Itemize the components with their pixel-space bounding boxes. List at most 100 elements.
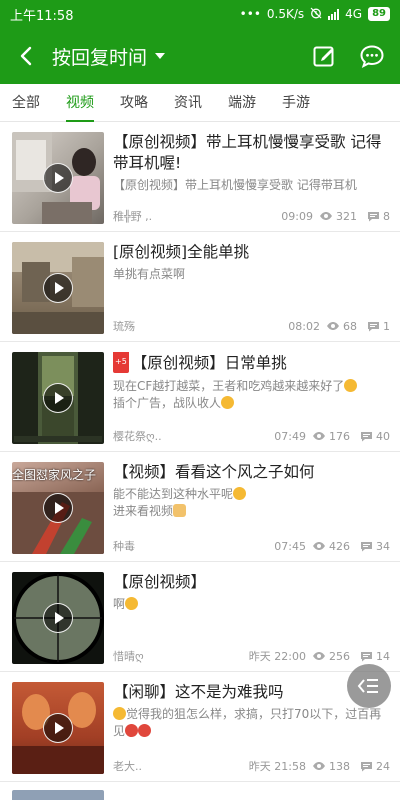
post-title: [原创视频]全能单挑	[113, 243, 250, 261]
thumbnail-caption: 全图怼家风之子	[12, 468, 97, 482]
play-icon	[43, 383, 73, 413]
post-title-text: 【原创视频】日常单挑	[131, 354, 287, 372]
post-meta: 惜晴ღ 昨天 22:00 256 14	[113, 648, 390, 664]
collapse-menu-icon	[357, 679, 378, 693]
post-excerpt-line2: 插个广告，战队收人	[113, 396, 222, 410]
post-excerpt: 单挑有点菜啊	[113, 267, 186, 281]
eye-icon	[312, 541, 326, 551]
tab-video[interactable]: 视频	[66, 84, 94, 122]
comment-icon	[360, 651, 373, 662]
floating-menu-button[interactable]	[347, 664, 391, 708]
post-list[interactable]: 【原创视频】带上耳机慢慢享受歌 记得带耳机喔! 【原创视频】带上耳机慢慢享受歌 …	[0, 122, 400, 800]
caret-down-icon	[155, 53, 166, 59]
video-thumbnail[interactable]	[12, 242, 104, 334]
post-excerpt: 现在CF越打越菜，王者和吃鸡越来越来好了 插个广告，战队收人	[113, 378, 390, 412]
post-author[interactable]: 稚╬野 ,.	[113, 208, 281, 224]
tab-news[interactable]: 资讯	[174, 84, 202, 122]
post-time: 08:02	[288, 319, 320, 333]
comment-count: 1	[383, 319, 390, 333]
video-thumbnail[interactable]: 全图怼家风之子	[12, 462, 104, 554]
back-arrow-icon	[20, 46, 32, 66]
view-count: 256	[329, 649, 350, 663]
comment-count: 14	[376, 649, 390, 663]
post-author[interactable]: 琉殇	[113, 318, 288, 334]
back-button[interactable]	[0, 28, 52, 84]
post-meta: 老大.. 昨天 21:58 138 24	[113, 758, 390, 774]
comment-icon	[360, 541, 373, 552]
post-time: 昨天 22:00	[248, 650, 306, 663]
status-time: 上午11:58	[10, 8, 74, 24]
post-time: 07:45	[274, 539, 306, 553]
video-thumbnail[interactable]	[12, 132, 104, 224]
play-icon	[43, 273, 73, 303]
smile-emoji-icon	[344, 379, 358, 392]
smile-emoji-icon	[233, 487, 247, 500]
video-thumbnail[interactable]	[12, 572, 104, 664]
post-time: 昨天 21:58	[248, 760, 306, 773]
comment-count: 40	[376, 429, 390, 443]
view-count: 426	[329, 539, 350, 553]
post-body: [原创视频]全能单挑 单挑有点菜啊 琉殇 08:02 68 1	[113, 242, 390, 334]
messages-button[interactable]	[348, 28, 396, 84]
post-author[interactable]: 樱花祭ღ..	[113, 428, 274, 444]
eye-icon	[312, 761, 326, 771]
post-excerpt: 啊	[113, 596, 390, 613]
eye-icon	[312, 431, 326, 441]
play-icon	[43, 713, 73, 743]
page-title: 按回复时间	[52, 46, 148, 69]
post-author[interactable]: 老大..	[113, 758, 249, 774]
post-excerpt-line2: 进来看视频	[113, 504, 174, 518]
video-thumbnail[interactable]	[12, 682, 104, 774]
post-excerpt-line1: 啊	[113, 597, 126, 611]
app-bar: 按回复时间	[0, 28, 400, 84]
play-icon	[43, 603, 73, 633]
smile-emoji-icon	[113, 707, 126, 720]
list-item[interactable]: 【闲聊】这不是为难我吗 觉得我的狙怎么样，求搞，只打70以下，过百再见 老大..…	[0, 672, 400, 782]
comment-count: 8	[383, 209, 390, 223]
compose-button[interactable]	[300, 28, 348, 84]
list-item[interactable]: +5 【原创视频】日常单挑 现在CF越打越菜，王者和吃鸡越来越来好了 插个广告，战…	[0, 342, 400, 452]
network-type: 4G	[345, 7, 363, 21]
comment-count: 34	[376, 539, 390, 553]
post-title: 【原创视频】	[113, 573, 207, 591]
post-excerpt-text: 觉得我的狙怎么样，求搞，只打70以下，过百再见	[113, 707, 382, 738]
post-meta: 稚╬野 ,. 09:09 321 8	[113, 208, 390, 224]
smile-emoji-icon	[221, 396, 235, 409]
list-item[interactable]: 【原创视频】带上耳机慢慢享受歌 记得带耳机喔! 【原创视频】带上耳机慢慢享受歌 …	[0, 122, 400, 232]
list-item[interactable]: 全图怼家风之子 【视频】看看这个风之子如何 能不能达到这种水平呢 进来看视频 种…	[0, 452, 400, 562]
list-item[interactable]: 【原创视频】 啊 惜晴ღ 昨天 22:00 256 14	[0, 562, 400, 672]
post-title: 【视频】看看这个风之子如何	[113, 463, 315, 481]
chat-bubble-icon	[360, 45, 384, 68]
video-thumbnail[interactable]	[12, 790, 104, 800]
video-thumbnail[interactable]	[12, 352, 104, 444]
post-author[interactable]: 种毒	[113, 538, 274, 554]
list-item[interactable]: [原创视频]全能单挑 单挑有点菜啊 琉殇 08:02 68 1	[0, 232, 400, 342]
view-count: 321	[336, 209, 357, 223]
post-excerpt-line1: 现在CF越打越菜，王者和吃鸡越来越来好了	[113, 379, 345, 393]
eye-icon	[312, 651, 326, 661]
network-speed: 0.5K/s	[266, 7, 305, 21]
category-tabs: 全部 视频 攻略 资讯 端游 手游	[0, 84, 400, 122]
post-body: 【视频】看看这个风之子如何 能不能达到这种水平呢 进来看视频 种毒 07:45 …	[113, 462, 390, 554]
post-excerpt: 觉得我的狙怎么样，求搞，只打70以下，过百再见	[113, 706, 390, 740]
comment-icon	[367, 211, 380, 222]
wifi-signal-icon	[328, 8, 340, 20]
tab-mobile-games[interactable]: 手游	[282, 84, 310, 122]
list-item[interactable]	[0, 782, 400, 800]
tab-pc-games[interactable]: 端游	[228, 84, 256, 122]
play-icon	[43, 163, 73, 193]
status-bar: 上午11:58 ••• 0.5K/s 4G 89	[0, 0, 400, 28]
battery-icon: 89	[368, 7, 390, 21]
play-icon	[43, 493, 73, 523]
sort-dropdown[interactable]: 按回复时间	[52, 43, 300, 70]
post-author[interactable]: 惜晴ღ	[113, 648, 249, 664]
tab-all[interactable]: 全部	[12, 84, 40, 122]
post-excerpt-line1: 能不能达到这种水平呢	[113, 487, 234, 501]
status-dots: •••	[239, 7, 261, 21]
tab-guide[interactable]: 攻略	[120, 84, 148, 122]
view-count: 138	[329, 759, 350, 773]
post-time: 09:09	[281, 209, 313, 223]
post-meta: 琉殇 08:02 68 1	[113, 318, 390, 334]
post-body: 【原创视频】 啊 惜晴ღ 昨天 22:00 256 14	[113, 572, 390, 664]
post-body: 【原创视频】带上耳机慢慢享受歌 记得带耳机喔! 【原创视频】带上耳机慢慢享受歌 …	[113, 132, 390, 224]
